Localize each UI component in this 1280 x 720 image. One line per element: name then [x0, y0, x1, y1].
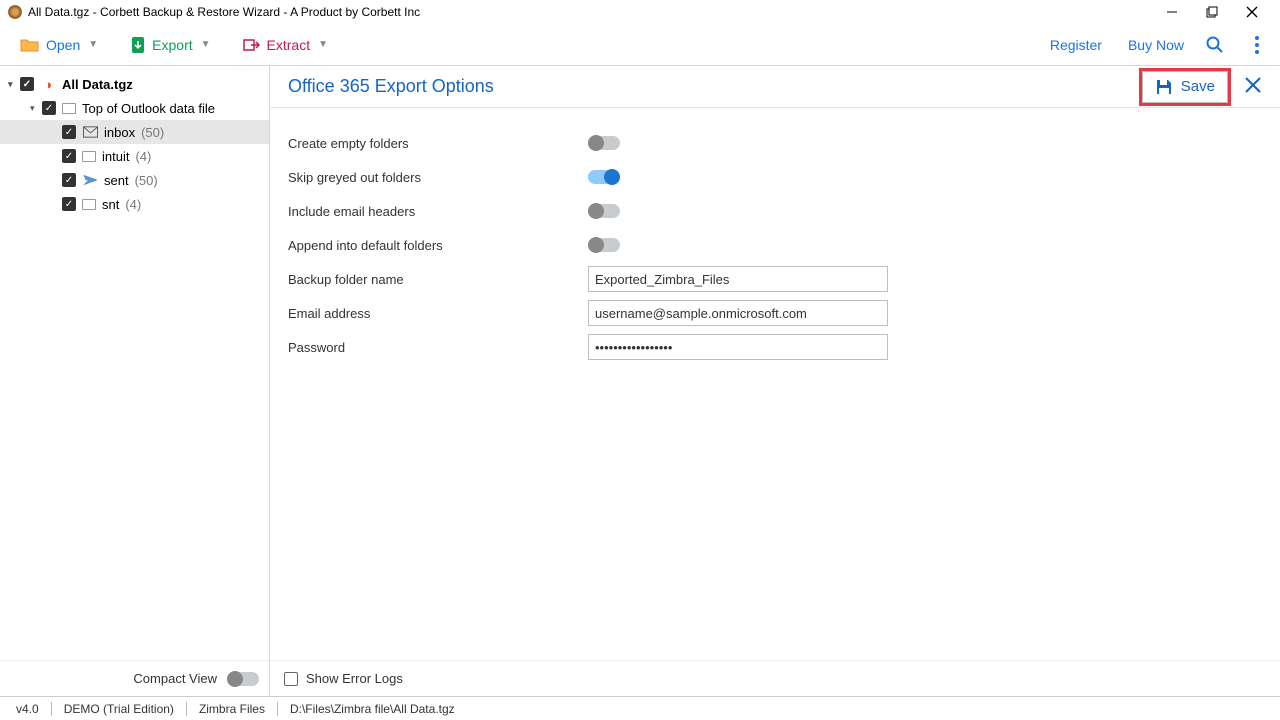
status-path: D:\Files\Zimbra file\All Data.tgz — [278, 702, 467, 716]
close-panel-button[interactable] — [1244, 74, 1262, 100]
maximize-button[interactable] — [1202, 2, 1222, 22]
folder-tree: ▾ ✓ ◑ All Data.tgz ▾ ✓ Top of Outlook da… — [0, 66, 269, 660]
minimize-button[interactable] — [1162, 2, 1182, 22]
save-icon — [1155, 78, 1173, 96]
extract-icon — [243, 37, 261, 53]
status-filetype: Zimbra Files — [187, 702, 277, 716]
option-label: Skip greyed out folders — [288, 170, 588, 185]
collapse-icon[interactable]: ▾ — [8, 79, 18, 90]
option-label: Password — [288, 340, 588, 355]
tree-item-label: inbox — [104, 125, 135, 140]
open-button[interactable]: Open ▼ — [12, 33, 106, 57]
tree-item-label: snt — [102, 197, 119, 212]
option-label: Backup folder name — [288, 272, 588, 287]
append-default-toggle[interactable] — [588, 238, 620, 252]
title-bar: All Data.tgz - Corbett Backup & Restore … — [0, 0, 1280, 24]
chevron-down-icon: ▼ — [88, 39, 98, 50]
tree-item-sent[interactable]: ✓ sent (50) — [0, 168, 269, 192]
status-edition: DEMO (Trial Edition) — [52, 702, 186, 716]
backup-name-input[interactable] — [588, 266, 888, 292]
panel-title: Office 365 Export Options — [288, 76, 1142, 97]
tree-item-count: (4) — [125, 197, 141, 212]
tree-item-intuit[interactable]: ✓ intuit (4) — [0, 144, 269, 168]
status-version: v4.0 — [4, 702, 51, 716]
compact-view-label: Compact View — [133, 671, 217, 686]
create-empty-toggle[interactable] — [588, 136, 620, 150]
option-skip-greyed: Skip greyed out folders — [288, 160, 1262, 194]
tree-root[interactable]: ▾ ✓ ◑ All Data.tgz — [0, 72, 269, 96]
search-icon[interactable] — [1204, 34, 1226, 56]
mail-icon — [82, 124, 98, 140]
option-label: Include email headers — [288, 204, 588, 219]
tree-root-label: All Data.tgz — [62, 77, 133, 92]
tree-item-inbox[interactable]: ✓ inbox (50) — [0, 120, 269, 144]
option-label: Email address — [288, 306, 588, 321]
sidebar: ▾ ✓ ◑ All Data.tgz ▾ ✓ Top of Outlook da… — [0, 66, 270, 696]
tree-item-count: (4) — [135, 149, 151, 164]
option-email: Email address — [288, 296, 1262, 330]
password-input[interactable] — [588, 334, 888, 360]
checkbox-icon[interactable]: ✓ — [62, 197, 76, 211]
main-header: Office 365 Export Options Save — [270, 66, 1280, 108]
option-append-default: Append into default folders — [288, 228, 1262, 262]
tree-item-count: (50) — [141, 125, 164, 140]
option-password: Password — [288, 330, 1262, 364]
export-button[interactable]: Export ▼ — [122, 32, 218, 58]
option-create-empty: Create empty folders — [288, 126, 1262, 160]
option-include-headers: Include email headers — [288, 194, 1262, 228]
folder-icon — [82, 151, 96, 162]
window-title: All Data.tgz - Corbett Backup & Restore … — [28, 5, 1162, 19]
tree-item-outlook[interactable]: ▾ ✓ Top of Outlook data file — [0, 96, 269, 120]
export-icon — [130, 36, 146, 54]
main-panel: Office 365 Export Options Save Create em… — [270, 66, 1280, 696]
export-label: Export — [152, 37, 192, 53]
email-input[interactable] — [588, 300, 888, 326]
chevron-down-icon: ▼ — [318, 39, 328, 50]
checkbox-icon[interactable]: ✓ — [42, 101, 56, 115]
tree-item-count: (50) — [135, 173, 158, 188]
compact-view-toggle[interactable] — [227, 672, 259, 686]
include-headers-toggle[interactable] — [588, 204, 620, 218]
sent-icon — [82, 172, 98, 188]
status-bar: v4.0 DEMO (Trial Edition) Zimbra Files D… — [0, 696, 1280, 720]
checkbox-icon[interactable]: ✓ — [20, 77, 34, 91]
option-label: Create empty folders — [288, 136, 588, 151]
show-logs-label: Show Error Logs — [306, 671, 403, 686]
main-toolbar: Open ▼ Export ▼ Extract ▼ Register Buy N… — [0, 24, 1280, 66]
option-backup-name: Backup folder name — [288, 262, 1262, 296]
skip-greyed-toggle[interactable] — [588, 170, 620, 184]
register-link[interactable]: Register — [1050, 37, 1102, 53]
folder-icon — [62, 103, 76, 114]
sidebar-footer: Compact View — [0, 660, 269, 696]
o365-icon: ◑ — [40, 76, 56, 92]
buy-now-link[interactable]: Buy Now — [1128, 37, 1184, 53]
close-button[interactable] — [1242, 2, 1262, 22]
extract-button[interactable]: Extract ▼ — [235, 33, 336, 57]
open-label: Open — [46, 37, 80, 53]
option-label: Append into default folders — [288, 238, 588, 253]
checkbox-icon[interactable]: ✓ — [62, 173, 76, 187]
checkbox-icon[interactable]: ✓ — [62, 149, 76, 163]
show-logs-checkbox[interactable] — [284, 672, 298, 686]
more-menu-icon[interactable] — [1246, 34, 1268, 56]
collapse-icon[interactable]: ▾ — [30, 103, 40, 114]
tree-item-label: intuit — [102, 149, 129, 164]
main-footer: Show Error Logs — [270, 660, 1280, 696]
tree-item-snt[interactable]: ✓ snt (4) — [0, 192, 269, 216]
checkbox-icon[interactable]: ✓ — [62, 125, 76, 139]
app-icon — [8, 5, 22, 19]
tree-item-label: sent — [104, 173, 129, 188]
body: ▾ ✓ ◑ All Data.tgz ▾ ✓ Top of Outlook da… — [0, 66, 1280, 696]
folder-icon — [82, 199, 96, 210]
extract-label: Extract — [267, 37, 311, 53]
chevron-down-icon: ▼ — [201, 39, 211, 50]
folder-open-icon — [20, 37, 40, 53]
save-button[interactable]: Save — [1142, 71, 1228, 103]
options-area: Create empty folders Skip greyed out fol… — [270, 108, 1280, 382]
tree-item-label: Top of Outlook data file — [82, 101, 215, 116]
save-label: Save — [1181, 78, 1215, 95]
